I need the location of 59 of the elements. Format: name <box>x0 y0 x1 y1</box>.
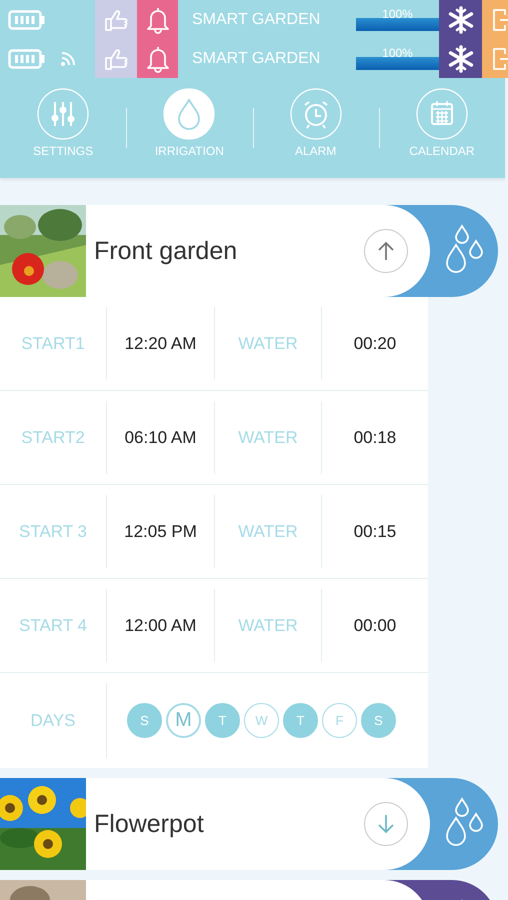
device-name: SMART GARDEN <box>192 10 322 28</box>
day-toggle[interactable]: S <box>361 703 396 738</box>
water-label: WATER <box>238 428 298 448</box>
like-button[interactable] <box>95 39 137 78</box>
day-toggle[interactable]: M <box>166 703 201 738</box>
level-reading: 100% <box>381 7 414 21</box>
nav-tab[interactable]: CALENDAR <box>378 78 505 178</box>
logout-icon <box>491 6 508 32</box>
day-toggle[interactable]: T <box>283 703 318 738</box>
start-time[interactable]: 06:10 AM <box>124 428 196 448</box>
start-time[interactable]: 12:00 AM <box>124 616 196 636</box>
zone-name: Flowerpot <box>94 810 205 838</box>
start-time[interactable]: 12:20 AM <box>124 334 196 354</box>
water-label: WATER <box>238 334 298 354</box>
day-toggle[interactable]: T <box>205 703 240 738</box>
thumbs-up-icon <box>103 46 129 70</box>
expand-button[interactable] <box>364 802 408 846</box>
device-name: SMART GARDEN <box>192 50 322 68</box>
nav-tab[interactable]: IRRIGATION <box>126 78 252 178</box>
frost-button[interactable] <box>439 39 482 78</box>
arrow-up-icon <box>376 240 396 262</box>
alarm-clock-icon <box>304 101 328 129</box>
nav-tab[interactable]: ALARM <box>252 78 379 178</box>
calendar-icon <box>430 100 453 125</box>
logout-icon <box>491 46 508 72</box>
water-label: WATER <box>238 616 298 636</box>
day-toggle[interactable]: F <box>322 703 357 738</box>
water-duration[interactable]: 00:18 <box>354 428 396 448</box>
collapse-button[interactable] <box>364 229 408 273</box>
water-drop-icon <box>178 99 200 130</box>
water-duration[interactable]: 00:00 <box>354 616 396 636</box>
day-toggle[interactable]: S <box>127 703 162 738</box>
bell-icon <box>146 44 170 72</box>
start-label: START1 <box>21 334 85 354</box>
start-time[interactable]: 12:05 PM <box>124 522 197 542</box>
water-duration[interactable]: 00:15 <box>354 522 396 542</box>
alert-button[interactable] <box>137 39 178 78</box>
zone-name: Front garden <box>94 236 238 266</box>
water-duration[interactable]: 00:20 <box>354 334 396 354</box>
start-label: START 3 <box>18 522 88 542</box>
like-button[interactable] <box>95 0 137 39</box>
level-reading: 100% <box>381 46 414 60</box>
snowflake-icon <box>446 6 474 34</box>
bell-icon <box>146 6 170 34</box>
days-label: DAYS <box>30 710 76 730</box>
alert-button[interactable] <box>137 0 178 39</box>
start-label: START 4 <box>18 616 88 636</box>
day-toggle[interactable]: W <box>244 703 279 738</box>
sliders-icon <box>52 101 75 127</box>
battery-icon <box>8 48 46 68</box>
frost-button[interactable] <box>439 0 482 39</box>
arrow-down-icon <box>376 813 396 835</box>
nav-tab[interactable]: SETTINGS <box>0 78 126 178</box>
thumbs-up-icon <box>103 8 129 32</box>
zone-header[interactable]: Front garden <box>0 205 498 297</box>
water-label: WATER <box>238 522 298 542</box>
zone-header[interactable]: Flowerpot <box>0 778 498 870</box>
snowflake-icon <box>446 44 474 72</box>
start-label: START2 <box>21 428 85 448</box>
